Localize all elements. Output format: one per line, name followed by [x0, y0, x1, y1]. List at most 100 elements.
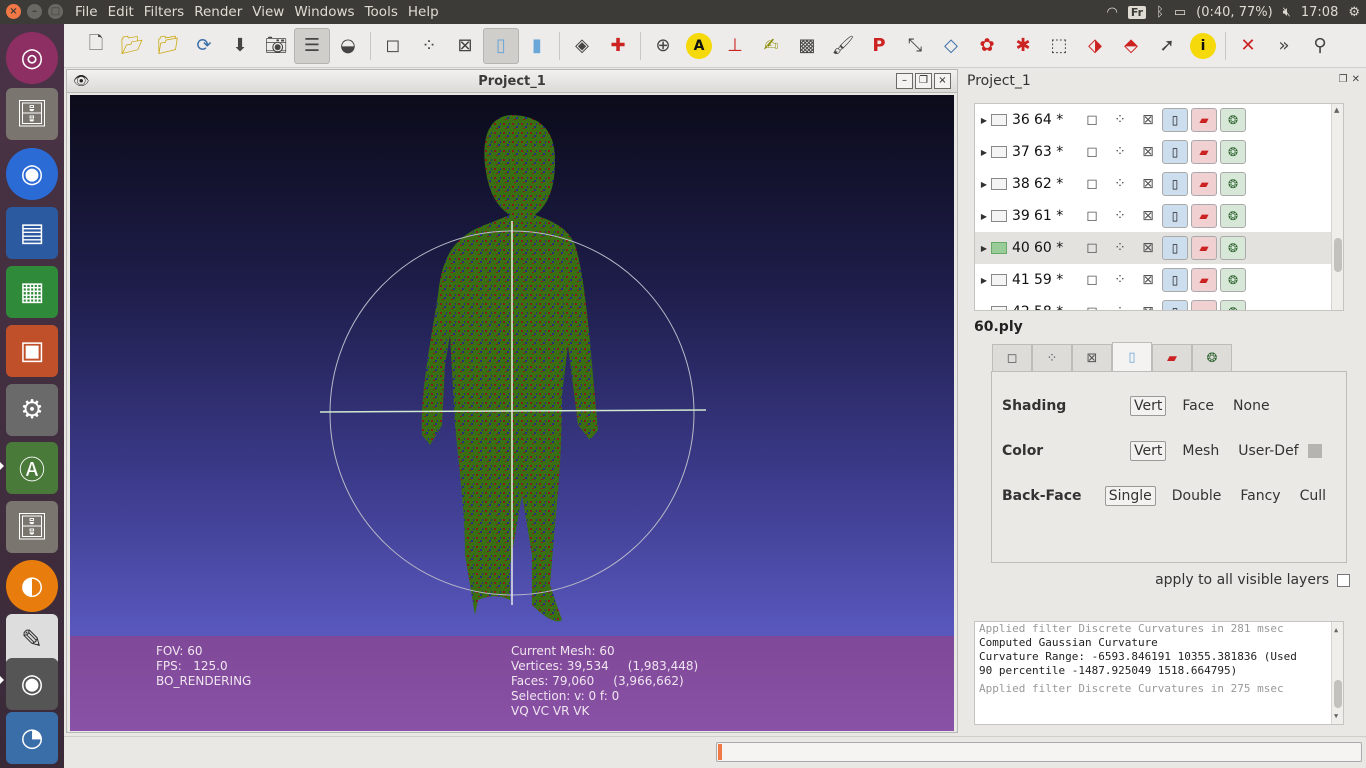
annotate-icon[interactable]: A	[686, 32, 712, 59]
menu-tools[interactable]: Tools	[360, 0, 403, 24]
search-icon[interactable]: ⚲	[1302, 28, 1338, 64]
decorator-button[interactable]: ❂	[1220, 300, 1246, 310]
wireframe-icon[interactable]: ⊠	[1134, 144, 1162, 160]
expand-arrow-icon[interactable]: ▶	[977, 212, 991, 221]
bbox-icon[interactable]: ◻	[1078, 272, 1106, 288]
wifi-icon[interactable]: ◠	[1106, 5, 1117, 20]
layer-row[interactable]: ▶ 41 59 * ◻ ⁘ ⊠ ▯ ▰ ❂	[975, 264, 1343, 296]
points-render-icon[interactable]: ⁘	[411, 28, 447, 64]
bbox-icon[interactable]: ◻	[1078, 304, 1106, 310]
layers-icon[interactable]: ☰	[294, 27, 330, 64]
menu-view[interactable]: View	[247, 0, 289, 24]
color-userdef-option[interactable]: User-Def	[1235, 442, 1301, 460]
subwindow-close-button[interactable]: ×	[934, 73, 951, 89]
pick-points-icon[interactable]: P	[861, 28, 897, 64]
visibility-toggle-icon[interactable]	[991, 146, 1007, 158]
shading-vert-option[interactable]: Vert	[1130, 396, 1167, 416]
points-icon[interactable]: ⁘	[1106, 144, 1134, 160]
color-vert-option[interactable]: Vert	[1130, 441, 1167, 461]
clock[interactable]: 17:08	[1301, 5, 1338, 20]
wireframe-icon[interactable]: ⊠	[1134, 112, 1162, 128]
shading-none-option[interactable]: None	[1230, 397, 1273, 415]
color-select-icon[interactable]: ✿	[969, 28, 1005, 64]
expand-arrow-icon[interactable]: ▶	[977, 116, 991, 125]
software-updater-icon[interactable]: Ⓐ	[6, 442, 58, 494]
reload-icon[interactable]: ⟳	[186, 28, 222, 64]
smooth-render-icon[interactable]: ▯	[483, 27, 519, 64]
points-icon[interactable]: ⁘	[1106, 176, 1134, 192]
visibility-toggle-icon[interactable]	[991, 210, 1007, 222]
raster-layers-icon[interactable]: ◒	[330, 28, 366, 64]
paint-icon[interactable]: ✍	[753, 28, 789, 64]
solid-render-button[interactable]: ▯	[1162, 108, 1188, 132]
settings-gear-icon[interactable]: ⚙	[1348, 5, 1360, 20]
expand-arrow-icon[interactable]: ▶	[977, 276, 991, 285]
subwindow-minimize-button[interactable]: –	[896, 73, 913, 89]
visibility-toggle-icon[interactable]	[991, 178, 1007, 190]
decorator-button[interactable]: ❂	[1220, 236, 1246, 260]
user-color-swatch[interactable]	[1307, 444, 1322, 458]
battery-status[interactable]: (0:40, 77%)	[1196, 5, 1273, 20]
layer-row[interactable]: ▶ 39 61 * ◻ ⁘ ⊠ ▯ ▰ ❂	[975, 200, 1343, 232]
decorator-button[interactable]: ❂	[1220, 140, 1246, 164]
bluetooth-icon[interactable]: ᛒ	[1156, 5, 1164, 20]
layer-list-scrollbar[interactable]: ▲	[1331, 104, 1343, 310]
expand-arrow-icon[interactable]: ▶	[977, 308, 991, 311]
import-mesh-icon[interactable]: 📁︎	[150, 28, 186, 64]
bbox-icon[interactable]: ◻	[1078, 144, 1106, 160]
points-icon[interactable]: ⁘	[1106, 272, 1134, 288]
select-rect-icon[interactable]: ⬚	[1041, 28, 1077, 64]
info-icon[interactable]: i	[1190, 32, 1216, 59]
calc-icon[interactable]: ▦	[6, 266, 58, 318]
toolbar-overflow-icon[interactable]: »	[1266, 28, 1302, 64]
tab-texture[interactable]: ▰	[1152, 344, 1192, 372]
select-region-icon[interactable]: ⬘	[1113, 28, 1149, 64]
wireframe-icon[interactable]: ⊠	[1134, 240, 1162, 256]
light-on-icon[interactable]: ◈	[564, 28, 600, 64]
select-faces-icon[interactable]: ◇	[933, 28, 969, 64]
decorator-button[interactable]: ❂	[1220, 204, 1246, 228]
minimize-window-button[interactable]: –	[27, 4, 42, 19]
texture-render-button[interactable]: ▰	[1191, 108, 1217, 132]
backface-single-option[interactable]: Single	[1104, 486, 1156, 506]
expand-arrow-icon[interactable]: ▶	[977, 244, 991, 253]
texture-render-icon[interactable]: ▮	[519, 28, 555, 64]
solid-render-button[interactable]: ▯	[1162, 140, 1188, 164]
solid-render-button[interactable]: ▯	[1162, 204, 1188, 228]
tab-points[interactable]: ⁘	[1032, 344, 1072, 372]
project-titlebar[interactable]: 👁︎ Project_1 – ❐ ×	[67, 70, 957, 93]
texture-render-button[interactable]: ▰	[1191, 204, 1217, 228]
wireframe-icon[interactable]: ⊠	[1134, 304, 1162, 310]
brush-icon[interactable]: 🖌︎	[825, 28, 861, 64]
files-icon[interactable]: 🗄︎	[6, 88, 58, 140]
align-icon[interactable]: ⊥	[717, 28, 753, 64]
battery-icon[interactable]: ▭	[1174, 5, 1186, 20]
menu-filters[interactable]: Filters	[139, 0, 189, 24]
decorator-button[interactable]: ❂	[1220, 172, 1246, 196]
decorator-button[interactable]: ❂	[1220, 268, 1246, 292]
expand-arrow-icon[interactable]: ▶	[977, 180, 991, 189]
3d-viewport[interactable]: FOV: 60 FPS: 125.0 BO_RENDERING Current …	[70, 95, 954, 731]
wireframe-render-icon[interactable]: ⊠	[447, 28, 483, 64]
maximize-window-button[interactable]: □	[48, 4, 63, 19]
backface-fancy-option[interactable]: Fancy	[1237, 487, 1283, 505]
close-window-button[interactable]: ×	[6, 4, 21, 19]
snapshot-icon[interactable]: 📷︎	[258, 28, 294, 64]
chrome-icon[interactable]: ◉	[6, 148, 58, 200]
backface-double-option[interactable]: Double	[1169, 487, 1225, 505]
ubuntu-dash-icon[interactable]: ◎	[6, 32, 58, 84]
solid-render-button[interactable]: ▯	[1162, 268, 1188, 292]
select-connected-icon[interactable]: ⬗	[1077, 28, 1113, 64]
texture-render-button[interactable]: ▰	[1191, 140, 1217, 164]
bbox-icon[interactable]: ◻	[1078, 176, 1106, 192]
solid-render-button[interactable]: ▯	[1162, 172, 1188, 196]
solid-render-button[interactable]: ▯	[1162, 236, 1188, 260]
tab-decorators[interactable]: ❂	[1192, 344, 1232, 372]
points-icon[interactable]: ⁘	[1106, 240, 1134, 256]
layer-list-scroll-thumb[interactable]	[1334, 238, 1342, 272]
layer-row[interactable]: ▶ 38 62 * ◻ ⁘ ⊠ ▯ ▰ ❂	[975, 168, 1343, 200]
log-scroll-thumb[interactable]	[1334, 680, 1342, 708]
apply-all-checkbox[interactable]	[1337, 573, 1350, 587]
layer-list[interactable]: ▶ 36 64 * ◻ ⁘ ⊠ ▯ ▰ ❂ ▶ 37 63 * ◻ ⁘ ⊠ ▯ ▰ ❂ ▶ 38 62 * ◻ ⁘ ⊠ ▯ ▰ ❂ ▶…	[974, 103, 1344, 311]
visibility-toggle-icon[interactable]	[991, 274, 1007, 286]
